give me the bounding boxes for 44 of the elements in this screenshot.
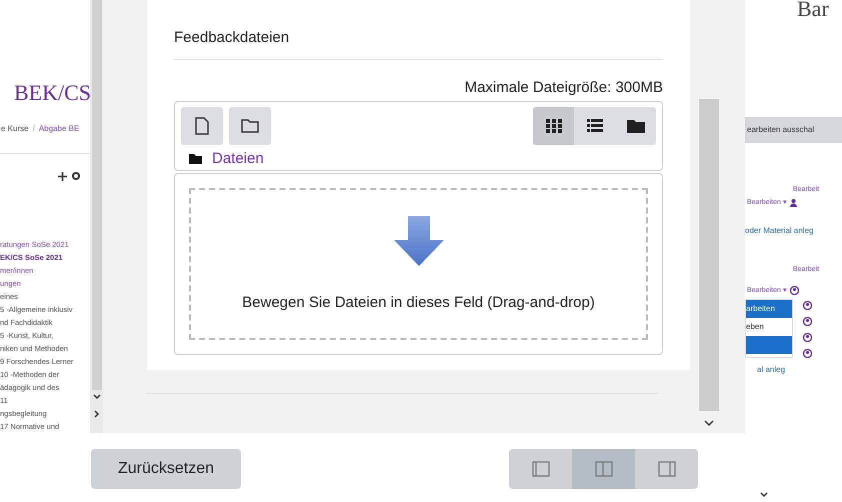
add-file-button[interactable] xyxy=(181,107,223,145)
drop-zone[interactable]: Bewegen Sie Dateien in dieses Feld (Drag-and-drop) xyxy=(174,173,663,355)
breadcrumb-link[interactable]: e Kurse xyxy=(1,123,29,135)
breadcrumb-link[interactable]: Abgabe BE xyxy=(38,123,80,135)
folder-icon xyxy=(189,154,202,164)
view-mode-button[interactable] xyxy=(533,107,574,145)
add-activity-link[interactable]: oder Material anleg xyxy=(745,225,842,237)
grid-icon xyxy=(546,119,562,133)
user-icon xyxy=(803,301,812,310)
reset-button[interactable]: Zurücksetzen xyxy=(91,449,241,489)
folder-icon xyxy=(241,119,259,133)
list-icon xyxy=(586,119,602,133)
section-title: Feedbackdateien xyxy=(174,28,290,48)
chevron-down-icon[interactable] xyxy=(92,394,100,400)
down-arrow-icon xyxy=(394,216,444,266)
move-icon[interactable] xyxy=(58,172,67,181)
breadcrumb-separator: / xyxy=(32,123,35,135)
panel-layout-icon xyxy=(658,461,676,477)
panel-layout-icon xyxy=(594,461,612,477)
folder-path-link[interactable]: Dateien xyxy=(212,150,264,168)
page-heading: Bar xyxy=(796,0,830,22)
panel-layout-icon xyxy=(532,461,550,477)
page-title: BEK/CS xyxy=(13,79,90,107)
folder-icon xyxy=(626,119,644,133)
menu-item[interactable]: arbeiten xyxy=(746,300,792,318)
create-folder-button[interactable] xyxy=(229,107,271,145)
add-activity-link[interactable]: al anleg xyxy=(745,364,842,376)
layout-button[interactable] xyxy=(635,449,698,489)
edit-mode-button[interactable]: earbeiten ausschal xyxy=(745,117,842,143)
file-icon xyxy=(195,117,209,135)
chevron-down-icon[interactable] xyxy=(760,492,768,498)
max-file-size: Maximale Dateigröße: 300MB xyxy=(464,78,663,98)
scrollbar-thumb[interactable] xyxy=(92,0,102,390)
layout-button[interactable] xyxy=(509,449,572,489)
drop-zone-text: Bewegen Sie Dateien in dieses Feld (Drag-and-drop) xyxy=(242,293,595,313)
user-icon xyxy=(803,349,812,358)
user-icon xyxy=(790,198,797,207)
user-icon xyxy=(803,333,812,342)
scrollbar-thumb[interactable] xyxy=(699,99,719,411)
user-icon xyxy=(790,286,799,296)
user-icon xyxy=(803,317,812,326)
settings-icon[interactable] xyxy=(72,172,80,180)
chevron-right-icon[interactable] xyxy=(94,410,100,418)
chevron-down-icon[interactable] xyxy=(704,420,714,427)
